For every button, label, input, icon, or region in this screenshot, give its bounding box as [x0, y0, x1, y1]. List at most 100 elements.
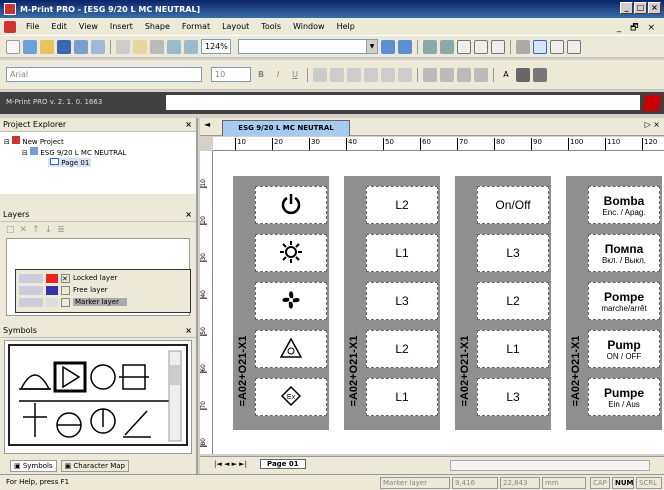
marker-label[interactable]: Bomba Enc. / Apag. — [588, 186, 660, 224]
marker-label[interactable] — [255, 330, 327, 368]
menu-file[interactable]: File — [20, 22, 45, 31]
font-color-icon[interactable]: A — [499, 68, 513, 82]
marker-label[interactable]: Pump ON / OFF — [588, 330, 660, 368]
project-icon[interactable] — [23, 39, 37, 54]
open-icon[interactable] — [40, 39, 54, 54]
font-size-combo[interactable]: 10 — [211, 67, 251, 82]
label-strip[interactable]: =A02+O21-X1 L2 L1 L3 L2 L1 — [344, 176, 440, 430]
move-down-icon[interactable]: ↓ — [45, 225, 53, 235]
barcode-icon[interactable] — [440, 67, 454, 82]
maximize-button[interactable]: □ — [634, 2, 647, 14]
marker-label[interactable]: L1 — [477, 330, 549, 368]
rect-icon[interactable] — [550, 39, 564, 54]
page-view-icon[interactable] — [474, 39, 488, 54]
marker-label[interactable]: Помпа Вкл. / Выкл. — [588, 234, 660, 272]
tree-root[interactable]: ⊟ New Project — [4, 136, 64, 146]
doc-icon[interactable] — [4, 20, 16, 33]
marker-label[interactable]: L2 — [366, 330, 438, 368]
cut-icon[interactable] — [116, 39, 130, 54]
drawing-canvas[interactable]: =A02+O21-X1 Ex =A02+O21-X1 L2 L1 L3 L2 L1 =A02+O… — [213, 151, 664, 454]
snap-icon[interactable] — [440, 39, 454, 54]
mdi-controls[interactable]: _ 🗗 × — [617, 20, 658, 36]
field-icon[interactable] — [474, 67, 488, 82]
tab-nav-icon[interactable]: ▷ × — [645, 120, 660, 129]
valign-bottom-icon[interactable] — [398, 67, 412, 82]
marker-label[interactable] — [255, 234, 327, 272]
marker-label[interactable]: L2 — [477, 282, 549, 320]
minimize-button[interactable]: _ — [620, 2, 633, 14]
lock-icon[interactable] — [516, 39, 530, 54]
marker-label[interactable]: L3 — [477, 234, 549, 272]
align-left-icon[interactable] — [313, 67, 327, 82]
label-strip[interactable]: =A02+O21-X1 Bomba Enc. / Apag. Помпа Вкл. / … — [566, 176, 662, 430]
image-icon[interactable] — [457, 67, 471, 82]
grid-icon[interactable] — [423, 39, 437, 54]
label-strip[interactable]: =A02+O21-X1 Ex — [233, 176, 329, 430]
label-strip[interactable]: =A02+O21-X1 On/Off L3 L2 L1 L3 — [455, 176, 551, 430]
marker-label[interactable]: Ex — [255, 378, 327, 416]
underline-icon[interactable]: U — [288, 68, 302, 82]
tab-scroll-left-icon[interactable]: ◄ — [204, 120, 210, 129]
new-layer-icon[interactable]: □ — [6, 225, 15, 235]
redo-icon[interactable] — [184, 39, 198, 54]
layer-row-marker[interactable]: Marker layer — [19, 297, 127, 307]
marker-label[interactable] — [255, 186, 327, 224]
close-icon[interactable]: × — [185, 118, 192, 132]
marker-label[interactable] — [255, 282, 327, 320]
close-icon[interactable]: × — [185, 208, 192, 222]
zoom-in-icon[interactable] — [381, 39, 395, 54]
valign-middle-icon[interactable] — [381, 67, 395, 82]
delete-icon[interactable] — [150, 39, 164, 54]
valign-top-icon[interactable] — [364, 67, 378, 82]
marker-label[interactable]: L2 — [366, 186, 438, 224]
menu-help[interactable]: Help — [331, 22, 361, 31]
zoom-display[interactable]: 124% — [201, 39, 231, 54]
marker-label[interactable]: Pompe marche/arrêt — [588, 282, 660, 320]
tree-doc[interactable]: ⊟ ESG 9/20 L MC NEUTRAL — [22, 147, 126, 157]
tree-page[interactable]: Page 01 — [48, 158, 92, 167]
document-tab[interactable]: ESG 9/20 L MC NEUTRAL — [222, 120, 350, 136]
menu-view[interactable]: View — [73, 22, 104, 31]
layout-icon[interactable] — [491, 39, 505, 54]
close-icon[interactable]: × — [185, 324, 192, 338]
symbols-grid[interactable] — [5, 341, 195, 451]
paste-icon[interactable] — [133, 39, 147, 54]
marker-label[interactable]: Pumpe Ein / Aus — [588, 378, 660, 416]
menu-insert[interactable]: Insert — [104, 22, 139, 31]
close-button[interactable]: × — [648, 2, 661, 14]
horizontal-scrollbar[interactable] — [450, 460, 650, 471]
align-center-icon[interactable] — [330, 67, 344, 82]
bold-icon[interactable]: B — [254, 68, 268, 82]
charmap-tab[interactable]: ▣ Character Map — [60, 460, 129, 472]
align-right-icon[interactable] — [347, 67, 361, 82]
save-icon[interactable] — [57, 39, 71, 54]
delete-layer-icon[interactable]: ✕ — [20, 225, 28, 235]
print-preview-icon[interactable] — [91, 39, 105, 54]
page-nav-icon[interactable]: |◄ ◄ ► ►| — [214, 460, 247, 468]
marker-label[interactable]: L1 — [366, 378, 438, 416]
command-input[interactable] — [166, 95, 640, 110]
marker-label[interactable]: On/Off — [477, 186, 549, 224]
marker-label[interactable]: L1 — [366, 234, 438, 272]
new-icon[interactable] — [6, 39, 20, 54]
fill-color-icon[interactable] — [516, 67, 530, 82]
select-icon[interactable] — [533, 39, 547, 54]
view-icon[interactable] — [457, 39, 471, 54]
undo-icon[interactable] — [167, 39, 181, 54]
properties-icon[interactable]: ≣ — [57, 225, 65, 235]
menu-format[interactable]: Format — [176, 22, 216, 31]
text-icon[interactable] — [567, 39, 581, 54]
print-icon[interactable] — [74, 39, 88, 54]
move-up-icon[interactable]: ↑ — [32, 225, 40, 235]
menu-layout[interactable]: Layout — [216, 22, 255, 31]
zoom-out-icon[interactable] — [398, 39, 412, 54]
frame-icon[interactable] — [423, 67, 437, 82]
layer-row-free[interactable]: Free layer — [19, 285, 108, 295]
page-tab[interactable]: Page 01 — [260, 459, 306, 469]
menu-edit[interactable]: Edit — [45, 22, 73, 31]
line-color-icon[interactable] — [533, 67, 547, 82]
menu-tools[interactable]: Tools — [255, 22, 287, 31]
menu-shape[interactable]: Shape — [139, 22, 176, 31]
marker-label[interactable]: L3 — [366, 282, 438, 320]
italic-icon[interactable]: I — [271, 68, 285, 82]
